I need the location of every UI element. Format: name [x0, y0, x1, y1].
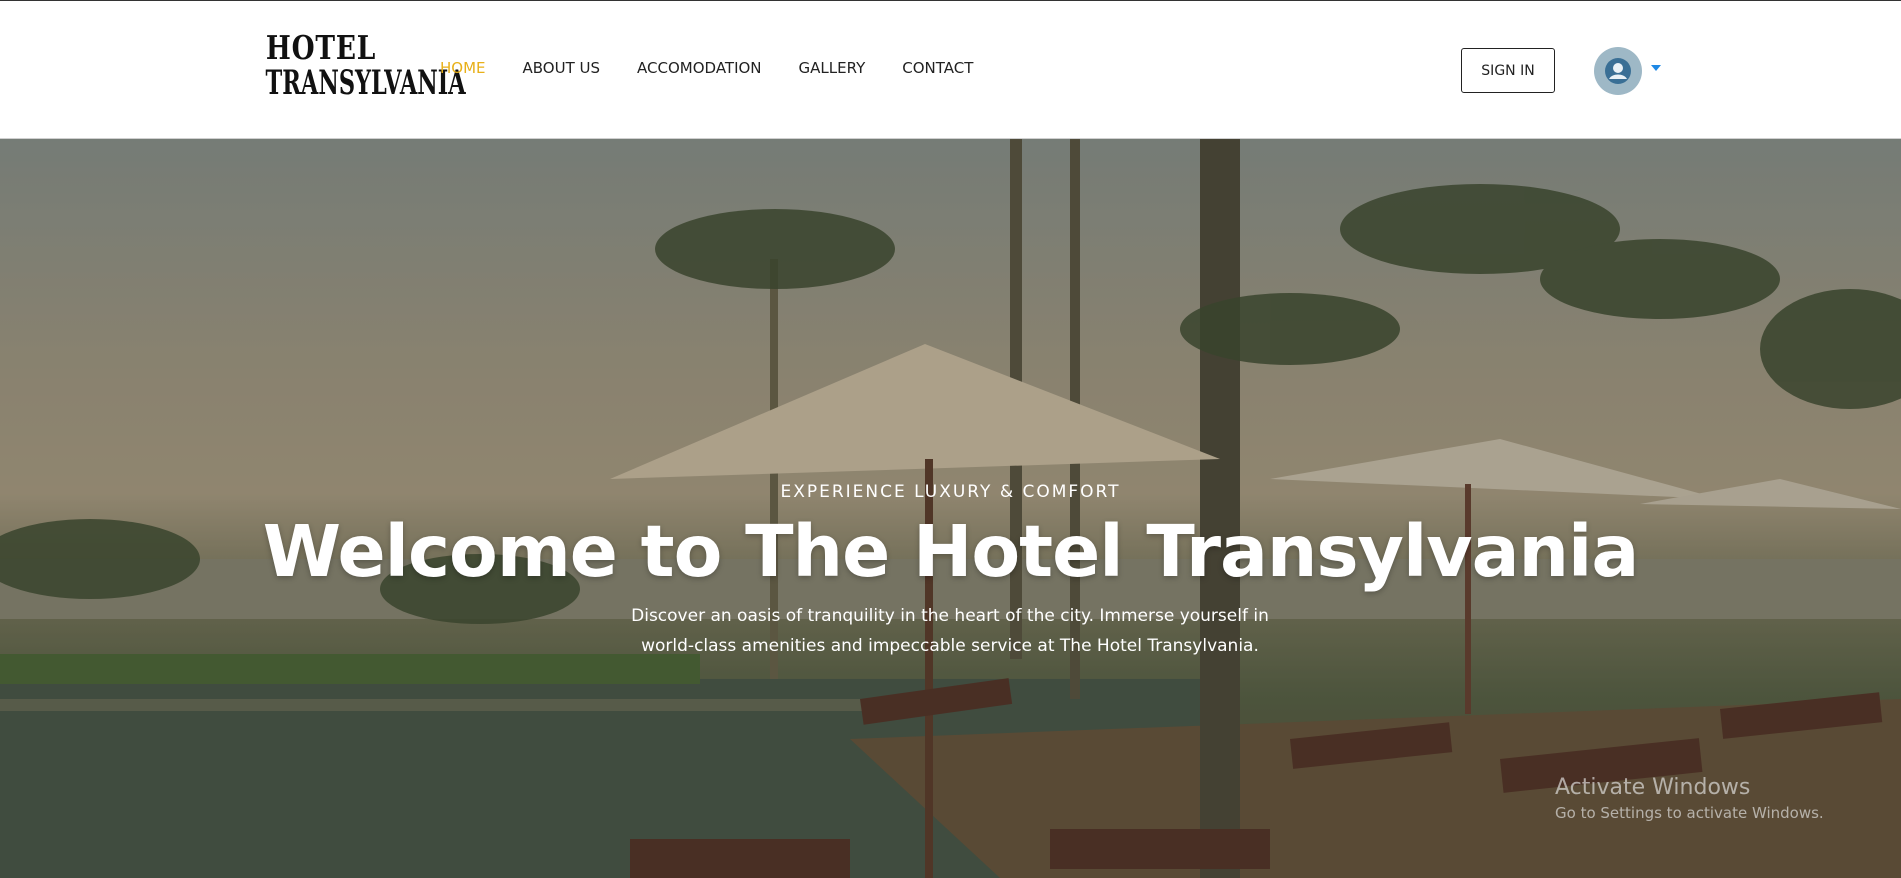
hero-subtitle: Discover an oasis of tranquility in the …	[631, 606, 1269, 656]
user-silhouette-icon	[1605, 58, 1631, 84]
nav-gallery[interactable]: GALLERY	[799, 59, 866, 77]
main-nav: HOME ABOUT US ACCOMODATION GALLERY CONTA…	[440, 59, 1010, 77]
hero-title: Welcome to The Hotel Transylvania	[262, 510, 1640, 593]
nav-accomodation[interactable]: ACCOMODATION	[637, 59, 762, 77]
nav-about-us[interactable]: ABOUT US	[523, 59, 601, 77]
hero-overlay	[0, 139, 1901, 878]
watermark-title: Activate Windows	[1555, 775, 1751, 800]
watermark-subtitle: Go to Settings to activate Windows.	[1555, 804, 1824, 822]
hero-eyebrow: EXPERIENCE LUXURY & COMFORT	[780, 482, 1121, 502]
site-header: HOTEL TRANSYLVANIA HOME ABOUT US ACCOMOD…	[0, 0, 1901, 139]
logo-line-2: TRANSYLVANIA	[265, 63, 466, 103]
caret-down-icon[interactable]	[1651, 65, 1661, 71]
nav-home[interactable]: HOME	[440, 59, 486, 77]
hero-banner: EXPERIENCE LUXURY & COMFORT Welcome to T…	[0, 139, 1901, 878]
activate-windows-watermark: Activate Windows Go to Settings to activ…	[1555, 775, 1824, 822]
hotel-logo[interactable]: HOTEL TRANSYLVANIA	[237, 28, 466, 111]
sign-in-button[interactable]: SIGN IN	[1461, 48, 1555, 93]
logo-line-1: HOTEL	[265, 28, 377, 67]
user-avatar-icon[interactable]	[1594, 47, 1642, 95]
nav-contact[interactable]: CONTACT	[902, 59, 973, 77]
